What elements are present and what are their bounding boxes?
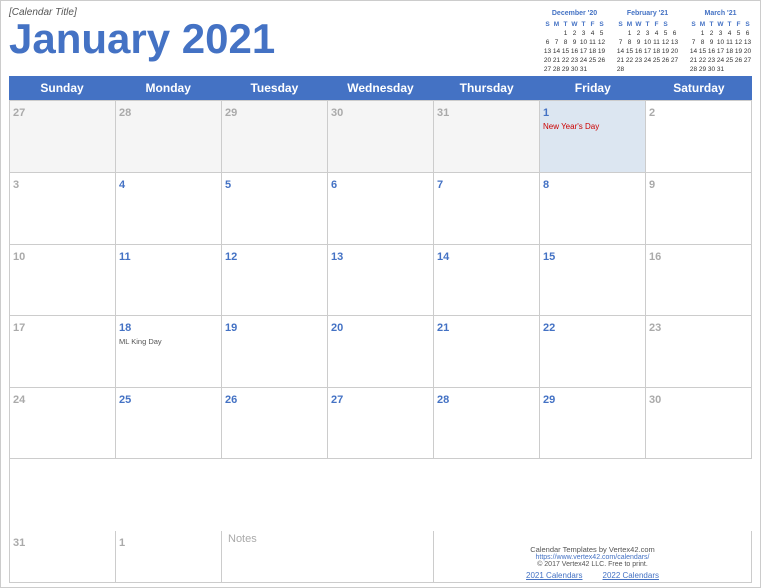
- credit-line3: © 2017 Vertex42 LLC. Free to print.: [537, 561, 648, 568]
- cell-jan-19: 19: [222, 316, 328, 388]
- cell-jan-7: 7: [434, 173, 540, 245]
- cell-jan-8: 8: [540, 173, 646, 245]
- cell-jan-2: 2: [646, 101, 752, 173]
- cell-jan-21: 21: [434, 316, 540, 388]
- cell-jan-13: 13: [328, 245, 434, 317]
- mini-cal-march: March '21 SMTWTFS 123456 78910111213 141…: [689, 9, 752, 74]
- cell-jan-20: 20: [328, 316, 434, 388]
- calendar-grid: 27 28 29 30 31 1 New Year's Day 2 3 4 5 …: [9, 100, 752, 531]
- cell-jan-3: 3: [10, 173, 116, 245]
- credit-cell: Calendar Templates by Vertex42.com https…: [434, 531, 752, 583]
- cell-jan-31: 31: [10, 531, 116, 583]
- cell-jan-14: 14: [434, 245, 540, 317]
- cell-jan-29: 29: [540, 388, 646, 460]
- cell-jan-30: 30: [646, 388, 752, 460]
- cell-jan-18: 18 ML King Day: [116, 316, 222, 388]
- header-left: [Calendar Title] January 2021: [9, 7, 275, 60]
- calendar-header: [Calendar Title] January 2021 December '…: [9, 7, 752, 74]
- new-years-day-label: New Year's Day: [543, 122, 642, 132]
- month-year-title: January 2021: [9, 18, 275, 60]
- mini-cal-december: December '20 SMTWTFS 12345 6789101112 13…: [543, 9, 606, 74]
- cell-jan-1: 1 New Year's Day: [540, 101, 646, 173]
- cell-jan-6: 6: [328, 173, 434, 245]
- footer-row: 31 1 Notes Calendar Templates by Vertex4…: [9, 531, 752, 583]
- cell-jan-16: 16: [646, 245, 752, 317]
- days-header: Sunday Monday Tuesday Wednesday Thursday…: [9, 76, 752, 100]
- cell-jan-27: 27: [328, 388, 434, 460]
- day-header-sunday: Sunday: [9, 79, 115, 97]
- cell-jan-9: 9: [646, 173, 752, 245]
- calendar-wrapper: [Calendar Title] January 2021 December '…: [0, 0, 761, 588]
- credit-line1: Calendar Templates by Vertex42.com: [530, 545, 655, 554]
- day-header-tuesday: Tuesday: [221, 79, 327, 97]
- mini-calendars: December '20 SMTWTFS 12345 6789101112 13…: [543, 9, 752, 74]
- cell-jan-22: 22: [540, 316, 646, 388]
- cell-dec-30: 30: [328, 101, 434, 173]
- cell-dec-31: 31: [434, 101, 540, 173]
- cell-jan-12: 12: [222, 245, 328, 317]
- link-2022-calendars[interactable]: 2022 Calendars: [603, 571, 659, 580]
- day-header-friday: Friday: [540, 79, 646, 97]
- mini-cal-mar-title: March '21: [689, 9, 752, 19]
- day-header-thursday: Thursday: [434, 79, 540, 97]
- mini-cal-feb-title: February '21: [616, 9, 679, 19]
- cell-dec-27: 27: [10, 101, 116, 173]
- credit-line2: https://www.vertex42.com/calendars/: [536, 554, 650, 561]
- day-header-monday: Monday: [115, 79, 221, 97]
- cell-jan-25: 25: [116, 388, 222, 460]
- mini-cal-dec-title: December '20: [543, 9, 606, 19]
- cell-jan-4: 4: [116, 173, 222, 245]
- cell-jan-15: 15: [540, 245, 646, 317]
- cell-jan-10: 10: [10, 245, 116, 317]
- cell-jan-17: 17: [10, 316, 116, 388]
- cell-jan-28: 28: [434, 388, 540, 460]
- cell-jan-23: 23: [646, 316, 752, 388]
- notes-cell: Notes: [222, 531, 434, 583]
- day-header-wednesday: Wednesday: [327, 79, 433, 97]
- day-header-saturday: Saturday: [646, 79, 752, 97]
- link-2021-calendars[interactable]: 2021 Calendars: [526, 571, 582, 580]
- cell-dec-28: 28: [116, 101, 222, 173]
- mini-cal-february: February '21 SMWTFS 123456 78910111213 1…: [616, 9, 679, 74]
- cell-jan-11: 11: [116, 245, 222, 317]
- cell-dec-29: 29: [222, 101, 328, 173]
- cell-feb-1: 1: [116, 531, 222, 583]
- mlk-day-label: ML King Day: [119, 337, 218, 346]
- cell-jan-5: 5: [222, 173, 328, 245]
- cell-jan-26: 26: [222, 388, 328, 460]
- cell-jan-24: 24: [10, 388, 116, 460]
